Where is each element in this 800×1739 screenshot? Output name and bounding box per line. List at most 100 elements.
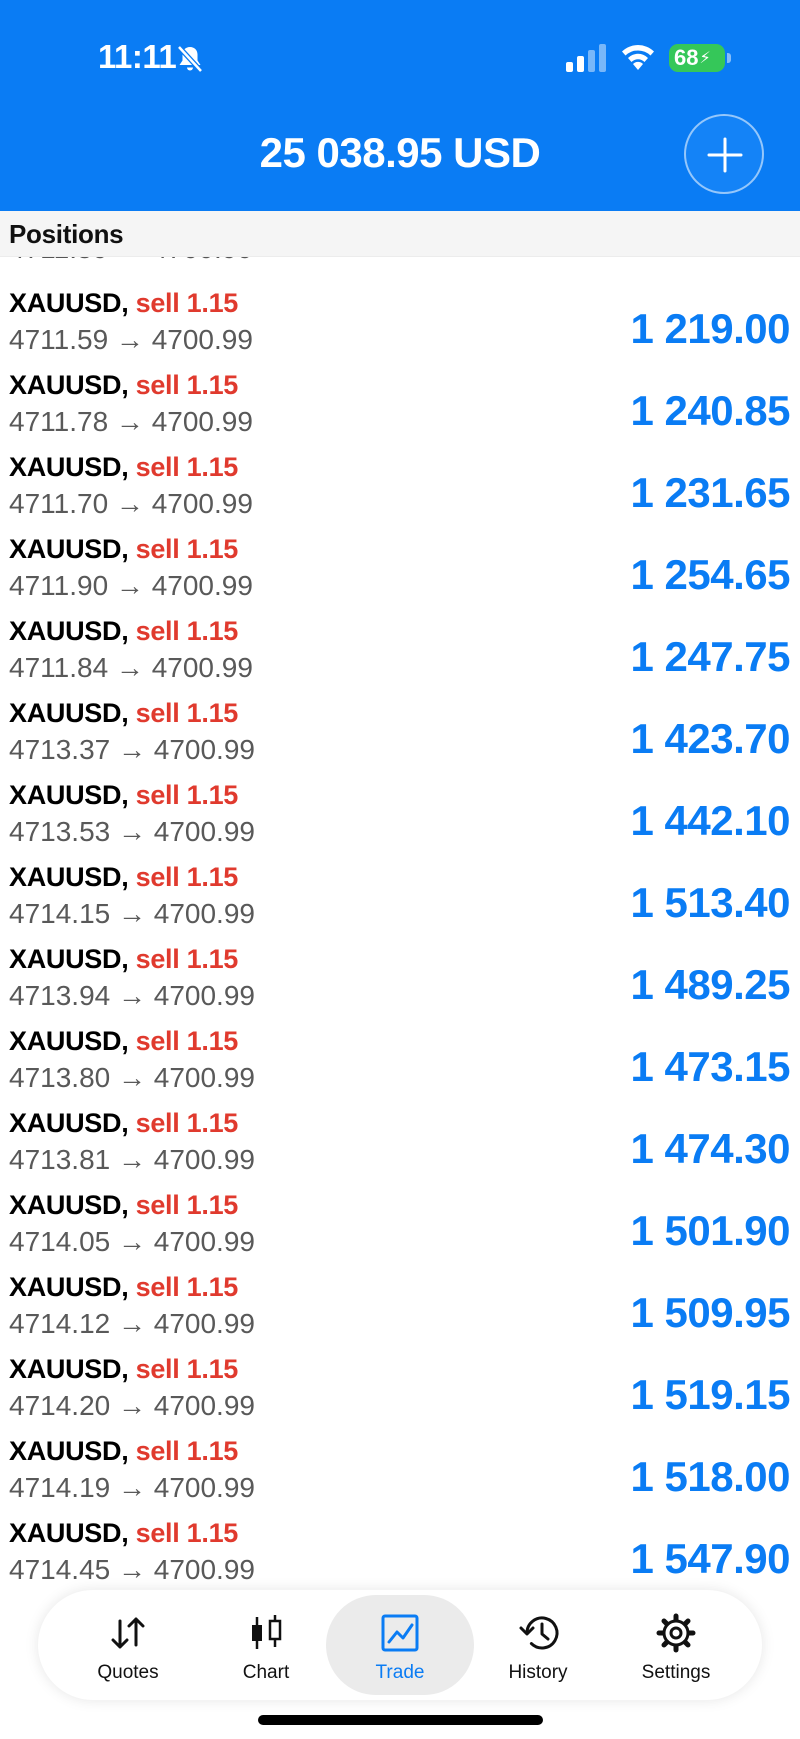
position-symbol: XAUUSD, [9,1272,129,1302]
position-side-volume: sell 1.15 [135,370,239,400]
position-symbol-line: XAUUSD, sell 1.15 [9,1026,238,1057]
position-row[interactable]: XAUUSD, sell 1.15 4711.59 → 4700.99 1 219.… [0,283,800,365]
position-row[interactable]: XAUUSD, sell 1.15 4714.45 → 4700.99 1 547.… [0,1513,800,1587]
tab-label: Settings [641,1662,711,1683]
position-profit: 1 254.65 [630,551,791,598]
gear-icon [656,1613,696,1653]
position-side-volume: sell 1.15 [135,534,239,564]
position-profit: 1 519.15 [630,1371,791,1418]
tab-quotes[interactable]: Quotes [54,1595,202,1695]
new-order-button[interactable] [684,114,764,194]
cellular-signal-icon [566,44,606,72]
position-symbol: XAUUSD, [9,1026,129,1056]
position-side-volume: sell 1.15 [135,1190,239,1220]
position-side-volume: sell 1.15 [135,1436,239,1466]
position-profit: 1 247.75 [630,633,791,680]
position-symbol: XAUUSD, [9,780,129,810]
position-symbol: XAUUSD, [9,1518,129,1548]
position-profit: 1 547.90 [630,1535,791,1582]
sort-arrows-icon [111,1617,145,1649]
position-prices: 4714.19 → 4700.99 [9,1472,255,1503]
position-side-volume: sell 1.15 [135,1272,239,1302]
position-row[interactable]: XAUUSD, sell 1.15 4711.70 → 4700.99 1 231.… [0,447,800,529]
status-time: 11:11 [98,38,177,75]
tab-label: Trade [375,1662,425,1683]
position-row[interactable]: XAUUSD, sell 1.15 4713.37 → 4700.99 1 423.… [0,693,800,775]
position-row[interactable]: XAUUSD, sell 1.15 4711.84 → 4700.99 1 247.… [0,611,800,693]
position-prices: 4713.80 → 4700.99 [9,1062,255,1093]
position-symbol: XAUUSD, [9,452,129,482]
history-clock-icon [519,1616,559,1650]
position-symbol: XAUUSD, [9,616,129,646]
battery-cap [727,53,731,63]
trade-chart-icon [381,1614,419,1652]
position-symbol-line: XAUUSD, sell 1.15 [9,944,238,975]
position-row[interactable]: XAUUSD, sell 1.15 4714.19 → 4700.99 1 518.… [0,1431,800,1513]
position-symbol-line: XAUUSD, sell 1.15 [9,1108,238,1139]
position-row[interactable]: XAUUSD, sell 1.15 4713.53 → 4700.99 1 442.… [0,775,800,857]
tab-history[interactable]: History [464,1595,612,1695]
position-row[interactable]: XAUUSD, sell 1.15 4714.05 → 4700.99 1 501.… [0,1185,800,1267]
position-symbol-line: XAUUSD, sell 1.15 [9,1354,238,1385]
position-symbol-line: XAUUSD, sell 1.15 [9,698,238,729]
position-side-volume: sell 1.15 [135,616,239,646]
position-prices: 4711.84 → 4700.99 [9,652,253,683]
position-symbol: XAUUSD, [9,370,129,400]
plus-icon [707,137,743,173]
position-side-volume: sell 1.15 [135,1026,239,1056]
position-prices: 4711.78 → 4700.99 [9,406,253,437]
tab-trade[interactable]: Trade [326,1595,474,1695]
position-symbol-line: XAUUSD, sell 1.15 [9,1272,238,1303]
position-prices: 4714.05 → 4700.99 [9,1226,255,1257]
position-symbol: XAUUSD, [9,698,129,728]
position-side-volume: sell 1.15 [135,698,239,728]
position-profit: 1 442.10 [630,797,791,844]
position-row[interactable]: XAUUSD, sell 1.15 4714.20 → 4700.99 1 519.… [0,1349,800,1431]
position-prices: 4714.45 → 4700.99 [9,1554,255,1585]
position-symbol-line: XAUUSD, sell 1.15 [9,288,238,319]
position-profit: 1 219.00 [630,305,791,352]
home-indicator [258,1715,543,1725]
position-row[interactable]: XAUUSD, sell 1.15 4711.78 → 4700.99 1 240.… [0,365,800,447]
battery-icon: 68 ⚡ [669,44,725,72]
position-symbol-line: XAUUSD, sell 1.15 [9,534,238,565]
position-row[interactable]: XAUUSD, sell 1.15 4713.94 → 4700.99 1 489.… [0,939,800,1021]
position-row[interactable]: XAUUSD, sell 1.15 4711.90 → 4700.99 1 254.… [0,529,800,611]
tab-label: History [508,1662,568,1683]
position-symbol-line: XAUUSD, sell 1.15 [9,780,238,811]
position-row[interactable]: XAUUSD, sell 1.15 4713.80 → 4700.99 1 473.… [0,1021,800,1103]
app-header: 11:11 68 ⚡ 25 038.95 USD [0,0,800,211]
positions-section-header: Positions [0,211,800,257]
position-prices: 4711.90 → 4700.99 [9,570,253,601]
position-symbol: XAUUSD, [9,534,129,564]
position-prices: 4711.70 → 4700.99 [9,488,253,519]
position-side-volume: sell 1.15 [135,862,239,892]
tab-settings[interactable]: Settings [602,1595,750,1695]
battery-level: 68 [674,45,699,70]
position-symbol: XAUUSD, [9,1436,129,1466]
position-symbol-line: XAUUSD, sell 1.15 [9,1436,238,1467]
position-prices: 4714.20 → 4700.99 [9,1390,255,1421]
bottom-tab-bar: Quotes Chart Trade History Settings [38,1590,762,1700]
position-profit: 1 240.85 [630,387,791,434]
tab-chart[interactable]: Chart [192,1595,340,1695]
positions-title: Positions [9,219,124,249]
tab-label: Quotes [97,1662,159,1683]
position-row[interactable]: XAUUSD, sell 1.15 4713.81 → 4700.99 1 474.… [0,1103,800,1185]
position-side-volume: sell 1.15 [135,1354,239,1384]
position-row[interactable]: XAUUSD, sell 1.15 4714.12 → 4700.99 1 509.… [0,1267,800,1349]
position-symbol: XAUUSD, [9,1354,129,1384]
position-symbol-line: XAUUSD, sell 1.15 [9,370,238,401]
position-symbol: XAUUSD, [9,862,129,892]
position-symbol-line: XAUUSD, sell 1.15 [9,862,238,893]
bell-slash-icon [177,45,203,73]
position-row[interactable]: XAUUSD, sell 1.15 4714.15 → 4700.99 1 513.… [0,857,800,939]
position-side-volume: sell 1.15 [135,780,239,810]
candlestick-chart-icon [252,1615,282,1649]
positions-list[interactable]: 4711.59 → 4700.99 XAUUSD, sell 1.15 4711.… [0,257,800,1587]
position-symbol: XAUUSD, [9,288,129,318]
position-prices: 4711.59 → 4700.99 [9,324,253,355]
account-balance: 25 038.95 USD [259,129,541,176]
position-symbol: XAUUSD, [9,1190,129,1220]
tab-label: Chart [242,1662,290,1683]
